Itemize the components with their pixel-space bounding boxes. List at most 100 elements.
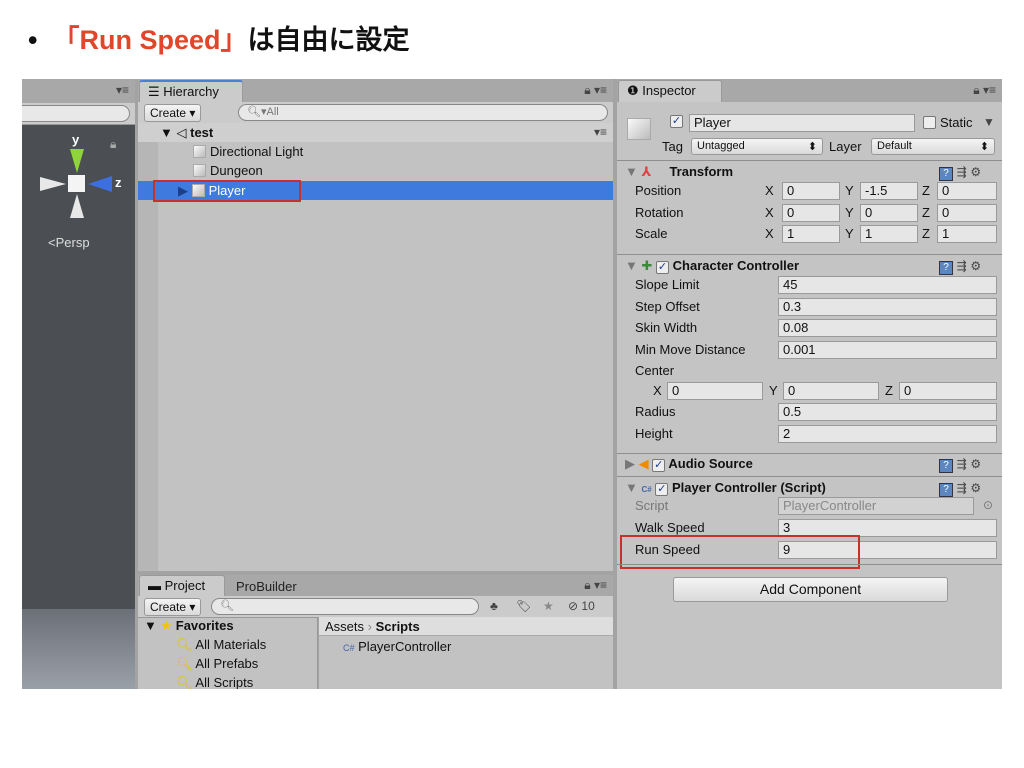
gizmo-z-arrow[interactable] bbox=[88, 176, 112, 192]
hierarchy-item[interactable]: Directional Light bbox=[193, 142, 303, 161]
axis-label: Z bbox=[922, 204, 930, 220]
layer-select[interactable]: Default ⬍ bbox=[871, 138, 995, 155]
enabled-checkbox[interactable]: ✓ bbox=[655, 483, 669, 496]
lock-menu-icon[interactable]: 🔒︎ ▾≡ bbox=[584, 578, 607, 593]
scale-z-field[interactable]: 1 bbox=[937, 225, 997, 243]
player-controller-header[interactable]: ▼ C# ✓ Player Controller (Script) bbox=[625, 480, 826, 496]
breadcrumb-assets[interactable]: Assets bbox=[325, 619, 364, 634]
preset-icon[interactable]: ⇶ bbox=[957, 259, 967, 273]
project-create-button[interactable]: Create ▾ bbox=[144, 598, 202, 616]
step-offset-field[interactable]: 0.3 bbox=[778, 297, 997, 316]
scale-x-field[interactable]: 1 bbox=[782, 225, 840, 243]
axis-label: X bbox=[765, 204, 774, 220]
tab-project[interactable]: ▬ Project bbox=[139, 575, 225, 596]
hierarchy-search-input[interactable]: 🔍︎▾All bbox=[238, 104, 608, 121]
center-z-field[interactable]: 0 bbox=[899, 382, 997, 400]
gear-icon[interactable]: ⚙ bbox=[970, 165, 981, 179]
min-move-distance-field[interactable]: 0.001 bbox=[778, 340, 997, 359]
tab-inspector[interactable]: ❶ Inspector bbox=[618, 80, 722, 103]
center-x-field[interactable]: 0 bbox=[667, 382, 763, 400]
favorites-header[interactable]: ▼ ★ Favorites bbox=[144, 616, 234, 635]
gizmo-y-arrow[interactable] bbox=[70, 149, 84, 173]
collapse-arrow-icon: ▼ bbox=[625, 258, 638, 273]
lock-menu-icon[interactable]: 🔒︎ ▾≡ bbox=[973, 83, 996, 98]
project-assets: Assets › Scripts C# PlayerController bbox=[319, 617, 613, 689]
item-label: Directional Light bbox=[210, 144, 304, 159]
gameobject-icon[interactable] bbox=[627, 118, 651, 140]
preset-icon[interactable]: ⇶ bbox=[957, 457, 967, 471]
scene-name: test bbox=[190, 125, 214, 140]
help-icon[interactable]: ? bbox=[939, 261, 953, 275]
character-controller-header[interactable]: ▼ ✚ ✓ Character Controller bbox=[625, 258, 799, 274]
help-icon[interactable]: ? bbox=[939, 167, 953, 181]
list-icon: ☰ bbox=[148, 84, 160, 99]
scene-search-input[interactable] bbox=[22, 105, 130, 122]
breadcrumb: Assets › Scripts bbox=[319, 617, 613, 636]
script-label: Script bbox=[635, 498, 669, 513]
gear-icon[interactable]: ⚙ bbox=[970, 481, 981, 495]
script-field[interactable]: PlayerController bbox=[778, 497, 974, 515]
active-checkbox[interactable]: ✓ bbox=[670, 115, 683, 128]
search-icon: 🔍︎ bbox=[176, 637, 193, 652]
scene-row[interactable]: ▼ ◁ test ▾≡ bbox=[138, 123, 613, 142]
divider bbox=[617, 254, 1002, 255]
static-checkbox[interactable] bbox=[923, 116, 936, 129]
star-icon[interactable]: ★ bbox=[543, 599, 554, 613]
title-highlight: 「Run Speed」 bbox=[52, 25, 248, 55]
favorite-item[interactable]: 🔍︎ All Materials bbox=[176, 635, 266, 654]
center-y-field[interactable]: 0 bbox=[783, 382, 879, 400]
lock-menu-icon[interactable]: 🔒︎ ▾≡ bbox=[584, 83, 607, 98]
breadcrumb-scripts[interactable]: Scripts bbox=[376, 619, 420, 634]
search-icon: 🔍︎ bbox=[176, 656, 193, 671]
lock-icon[interactable]: 🔒︎ bbox=[110, 137, 116, 152]
search-icon: 🔍︎ bbox=[176, 675, 193, 689]
expand-arrow-icon: ▶ bbox=[625, 456, 635, 471]
position-z-field[interactable]: 0 bbox=[937, 182, 997, 200]
persp-label[interactable]: <Persp bbox=[48, 235, 90, 250]
height-field[interactable]: 2 bbox=[778, 424, 997, 443]
transform-header[interactable]: ▼ ⅄ Transform bbox=[625, 164, 733, 180]
hidden-packages-button[interactable]: ⊘ 10 bbox=[568, 599, 595, 613]
rotation-z-field[interactable]: 0 bbox=[937, 203, 997, 222]
gear-icon[interactable]: ⚙ bbox=[970, 457, 981, 471]
rotation-x-field[interactable]: 0 bbox=[782, 203, 840, 222]
gear-icon[interactable]: ⚙ bbox=[970, 259, 981, 273]
skin-width-field[interactable]: 0.08 bbox=[778, 319, 997, 337]
tag-select[interactable]: Untagged ⬍ bbox=[691, 138, 823, 155]
hierarchy-item[interactable]: Dungeon bbox=[193, 161, 263, 180]
chevron-right-icon: › bbox=[367, 619, 372, 634]
preset-icon[interactable]: ⇶ bbox=[957, 481, 967, 495]
asset-item[interactable]: C# PlayerController bbox=[343, 637, 451, 656]
tab-label: Inspector bbox=[642, 83, 696, 98]
label-icon[interactable]: 🏷︎ bbox=[516, 599, 531, 613]
scene-ground bbox=[22, 609, 135, 689]
audio-source-header[interactable]: ▶ ◀ ✓ Audio Source bbox=[625, 456, 753, 472]
project-search-input[interactable]: 🔍︎ bbox=[211, 598, 479, 615]
gizmo-center[interactable] bbox=[68, 175, 85, 192]
favorite-item[interactable]: 🔍︎ All Scripts bbox=[176, 673, 253, 689]
gizmo-x-arrow[interactable] bbox=[40, 177, 66, 191]
name-field[interactable]: Player bbox=[689, 114, 915, 132]
slope-limit-field[interactable]: 45 bbox=[778, 276, 997, 294]
add-component-button[interactable]: Add Component bbox=[673, 577, 948, 602]
scale-y-field[interactable]: 1 bbox=[860, 225, 918, 243]
panel-menu-icon[interactable]: ▾≡ bbox=[116, 83, 129, 97]
scene-menu-icon[interactable]: ▾≡ bbox=[594, 123, 607, 142]
filter-type-icon[interactable]: ♣ bbox=[490, 599, 498, 613]
radius-field[interactable]: 0.5 bbox=[778, 403, 997, 421]
rotation-y-field[interactable]: 0 bbox=[860, 203, 918, 222]
hierarchy-create-button[interactable]: Create ▾ bbox=[144, 104, 202, 122]
preset-icon[interactable]: ⇶ bbox=[957, 165, 967, 179]
position-y-field[interactable]: -1.5 bbox=[860, 182, 918, 200]
object-picker-icon[interactable]: ⊙ bbox=[983, 498, 993, 512]
gizmo-neg-y-arrow[interactable] bbox=[70, 194, 84, 218]
help-icon[interactable]: ? bbox=[939, 459, 953, 473]
help-icon[interactable]: ? bbox=[939, 483, 953, 497]
position-x-field[interactable]: 0 bbox=[782, 182, 840, 200]
static-dropdown-icon[interactable]: ▼ bbox=[983, 115, 995, 129]
enabled-checkbox[interactable]: ✓ bbox=[656, 261, 670, 274]
item-label: PlayerController bbox=[358, 639, 452, 654]
favorite-item[interactable]: 🔍︎ All Prefabs bbox=[176, 654, 258, 673]
enabled-checkbox[interactable]: ✓ bbox=[652, 459, 666, 472]
tab-hierarchy[interactable]: ☰ Hierarchy bbox=[139, 80, 243, 103]
